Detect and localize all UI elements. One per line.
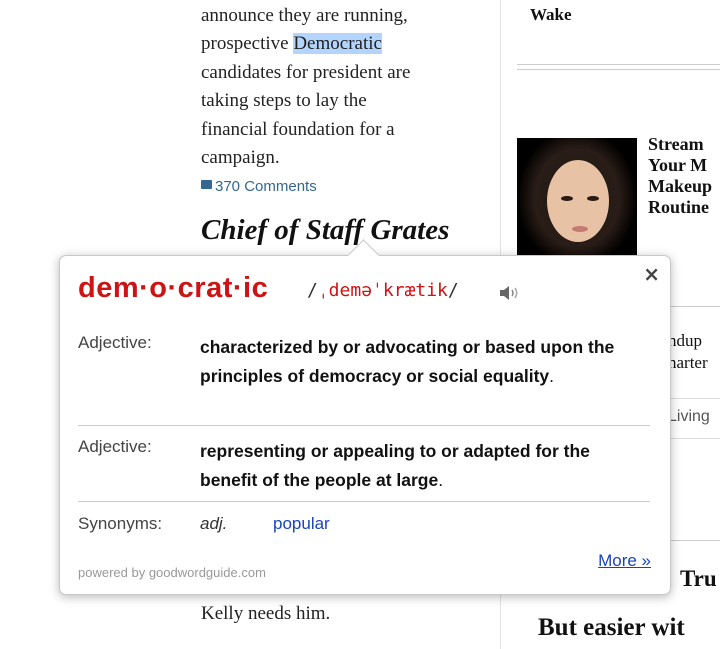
definition-body: representing or appealing to or adapted … <box>200 441 590 490</box>
paragraph-line: announce they are running, <box>201 5 408 26</box>
dictionary-popup: × dem·o·crat·ic /ˌdeməˈkrætik/ Adjective… <box>59 239 671 595</box>
part-of-speech: Adjective: <box>78 437 152 456</box>
paragraph-line: campaign. <box>201 147 280 169</box>
comments-count: 370 Comments <box>215 178 317 195</box>
pronunciation-text: ˌdeməˈkrætik <box>317 280 448 301</box>
lips-shape <box>572 226 588 232</box>
definition-end: . <box>549 366 555 386</box>
right-snippet[interactable]: ndup narter <box>668 330 708 374</box>
snippet-line: ndup <box>668 331 702 350</box>
section-divider <box>668 398 720 399</box>
comments-link[interactable]: 370 Comments <box>201 178 317 195</box>
section-divider <box>668 438 720 439</box>
section-divider <box>517 64 720 70</box>
right-headline[interactable]: But easier wit <box>538 614 685 642</box>
section-divider <box>668 540 720 541</box>
synonym-link[interactable]: popular <box>273 514 330 534</box>
promo-line: Makeup <box>648 176 713 196</box>
right-top-word[interactable]: Wake <box>530 5 572 25</box>
promo-line: Your M <box>648 155 708 175</box>
section-divider <box>668 306 720 307</box>
comment-icon <box>201 180 212 189</box>
article-bottom-line: Kelly needs him. <box>201 603 331 624</box>
pron-slash: / <box>447 280 459 301</box>
promo-line: Routine <box>648 197 710 217</box>
powered-by[interactable]: powered by goodwordguide.com <box>78 565 266 580</box>
article-headline[interactable]: Chief of Staff Grates <box>201 214 449 247</box>
close-icon[interactable]: × <box>643 262 660 286</box>
pron-slash: / <box>307 280 318 301</box>
selected-word[interactable]: Democratic <box>293 33 382 55</box>
article-paragraph: announce they are running, prospective D… <box>201 2 491 172</box>
definition-divider <box>78 425 650 426</box>
definition-text: representing or appealing to or adapted … <box>200 437 650 495</box>
promo-line: Stream <box>648 134 704 154</box>
synonyms-label: Synonyms: <box>78 514 163 533</box>
part-of-speech: Adjective: <box>78 333 152 352</box>
pronunciation: /ˌdeməˈkrætik/ <box>307 280 459 301</box>
promo-photo[interactable] <box>517 138 637 258</box>
definition-divider <box>78 501 650 502</box>
headword: dem·o·crat·ic <box>78 272 269 304</box>
synonyms-pos: adj. <box>200 514 228 533</box>
snippet-line: narter <box>668 353 708 372</box>
eye-shape <box>561 196 573 201</box>
definition-text: characterized by or advocating or based … <box>200 333 650 391</box>
paragraph-line: taking steps to lay the <box>201 90 367 112</box>
eye-shape <box>587 196 599 201</box>
definition-end: . <box>438 470 444 490</box>
speaker-icon[interactable] <box>498 283 522 303</box>
right-headline[interactable]: Tru <box>680 566 717 592</box>
section-label[interactable]: Living <box>668 408 710 426</box>
paragraph-line: financial foundation for a <box>201 118 395 140</box>
paragraph-line: candidates for president are <box>201 61 411 83</box>
more-link[interactable]: More » <box>598 551 651 571</box>
paragraph-line: prospective <box>201 33 294 55</box>
promo-title[interactable]: Stream Your M Makeup Routine <box>648 134 720 218</box>
